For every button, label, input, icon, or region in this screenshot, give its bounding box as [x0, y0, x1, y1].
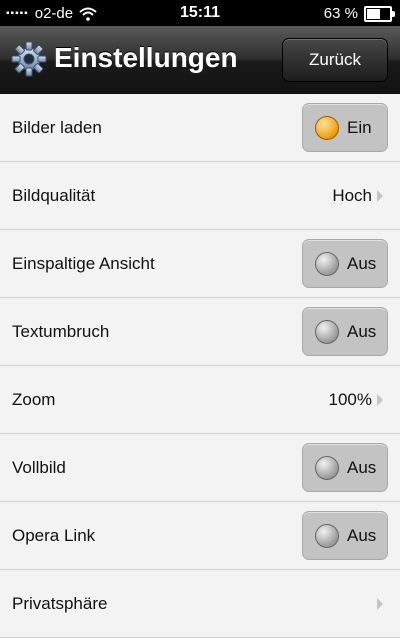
setting-label: Zoom: [12, 389, 56, 409]
toggle-label: Ein: [347, 117, 372, 137]
setting-value-group: [372, 597, 384, 611]
setting-value: 100%: [328, 389, 372, 409]
gear-icon: [10, 40, 48, 78]
setting-label: Vollbild: [12, 457, 66, 477]
battery-fill: [367, 8, 380, 19]
toggle-label: Aus: [347, 253, 377, 273]
setting-label: Opera Link: [12, 525, 96, 545]
toggle-indicator-off-icon: [315, 251, 339, 276]
setting-label: Einspaltige Ansicht: [12, 253, 155, 273]
setting-vollbild: Vollbild Aus: [0, 434, 400, 502]
setting-value: Hoch: [332, 185, 372, 205]
setting-einspaltige-ansicht: Einspaltige Ansicht Aus: [0, 230, 400, 298]
setting-label: Privatsphäre: [12, 593, 108, 613]
setting-bilder-laden: Bilder laden Ein: [0, 94, 400, 162]
opera-link-toggle[interactable]: Aus: [302, 511, 388, 560]
toggle-label: Aus: [347, 525, 377, 545]
textumbruch-toggle[interactable]: Aus: [302, 307, 388, 356]
setting-zoom[interactable]: Zoom 100%: [0, 366, 400, 434]
setting-opera-link: Opera Link Aus: [0, 502, 400, 570]
status-bar-right: 63 %: [323, 5, 395, 22]
status-bar: ▪▪▪▪▪ o2-de 15:11 63 %: [0, 0, 400, 26]
page-title: Einstellungen: [54, 42, 238, 73]
toggle-label: Aus: [347, 321, 377, 341]
chevron-right-icon: [377, 597, 383, 610]
chevron-right-icon: [377, 189, 383, 202]
setting-value-group: 100%: [329, 390, 384, 410]
settings-list: Bilder laden Ein Bildqualität Hoch Einsp…: [0, 94, 400, 638]
toggle-indicator-off-icon: [315, 523, 339, 548]
setting-label: Bildqualität: [12, 185, 96, 205]
toggle-indicator-on-icon: [315, 115, 339, 140]
toggle-label: Aus: [347, 457, 377, 477]
bilder-laden-toggle[interactable]: Ein: [302, 103, 388, 152]
vollbild-toggle[interactable]: Aus: [302, 443, 388, 492]
battery-icon: [364, 5, 395, 22]
battery-percent: 63 %: [323, 5, 358, 22]
einspaltige-ansicht-toggle[interactable]: Aus: [302, 239, 388, 288]
navigation-bar: Einstellungen Zurück: [0, 26, 400, 95]
chevron-right-icon: [377, 393, 383, 406]
setting-label: Textumbruch: [12, 321, 110, 341]
back-button[interactable]: Zurück: [282, 38, 388, 82]
setting-bildqualitaet[interactable]: Bildqualität Hoch: [0, 162, 400, 230]
setting-label: Bilder laden: [12, 117, 102, 137]
toggle-indicator-off-icon: [315, 319, 339, 344]
setting-value-group: Hoch: [332, 186, 384, 206]
toggle-indicator-off-icon: [315, 455, 339, 480]
setting-textumbruch: Textumbruch Aus: [0, 298, 400, 366]
setting-privatsphaere[interactable]: Privatsphäre: [0, 570, 400, 638]
